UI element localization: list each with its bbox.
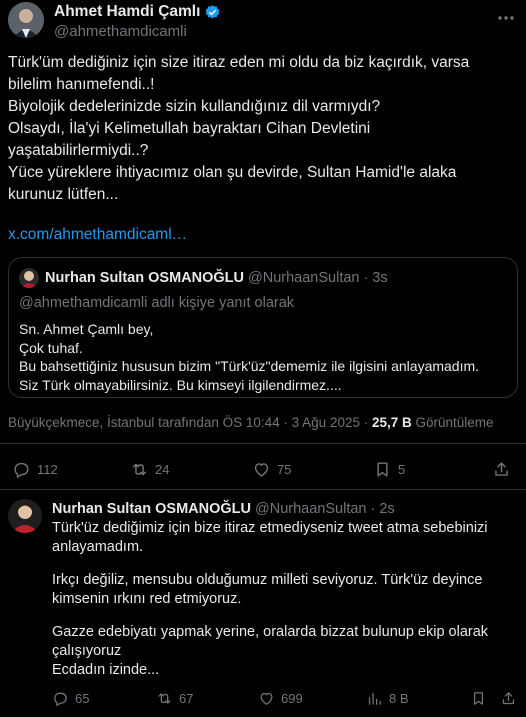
like-button[interactable]: 75 [252,460,291,479]
views-count: 25,7 B [371,415,412,430]
reply-line [52,557,520,571]
heart-icon [258,690,275,707]
retweet-count: 24 [155,462,170,477]
tweet-line: Olsaydı, İla'yi Kelimetullah bayraktarı … [8,120,371,137]
reply-count: 112 [37,462,58,477]
reply-icon [52,690,69,707]
quoted-line: Bu bahsettiğiniz hususun bizim "Türk'üz"… [19,358,480,374]
quoted-time: · 3s [363,270,388,286]
tweet-text: Türk'üm dediğiniz için size itiraz eden … [8,52,520,206]
reply-line: Ecdadın izinde... [52,662,160,678]
divider [0,489,526,490]
bookmark-icon [373,460,392,479]
reply-line [52,609,520,623]
quoted-author-avatar [19,268,39,288]
share-icon [500,690,517,707]
tweet-line: yaşatabilirlermiydi..? [8,142,149,159]
tweet-line: bilelim hanımefendi..! [8,76,155,93]
reply-reply-button[interactable]: 65 [52,690,89,707]
tweet-link[interactable]: x.com/ahmethamdicaml… [8,226,187,244]
author-name-row: Ahmet Hamdi Çamlı [54,3,221,21]
reply-line: çalışıyoruz [52,643,122,659]
retweet-button[interactable]: 24 [130,460,169,479]
quoted-header: Nurhan Sultan OSMANOĞLU @NurhaanSultan ·… [45,270,388,286]
retweet-icon [130,460,149,479]
reply-retweet-button[interactable]: 67 [156,690,193,707]
tweet-location-time[interactable]: Büyükçekmece, İstanbul tarafından ÖS 10:… [8,415,372,430]
like-count: 75 [277,462,292,477]
reply-header: Nurhan Sultan OSMANOĞLU @NurhaanSultan ·… [52,501,395,517]
reply-views-count: 8 B [389,691,409,706]
author-avatar[interactable] [8,2,44,38]
reply-author-handle[interactable]: @NurhaanSultan [255,501,366,517]
reply-line: anlayamadım. [52,539,144,555]
share-icon [492,460,511,479]
quoted-author-handle: @NurhaanSultan [248,270,360,286]
reply-like-button[interactable]: 699 [258,690,303,707]
tweet-line: Biyolojik dedelerinizde sizin kullandığı… [8,98,381,115]
tweet-line: Yüce yüreklere ihtiyacımız olan şu devir… [8,164,457,181]
analytics-icon [366,690,383,707]
reply-button[interactable]: 112 [12,460,58,479]
quoted-line: Sn. Ahmet Çamlı bey, [19,321,154,337]
quoted-text: Sn. Ahmet Çamlı bey, Çok tuhaf. Bu bahse… [19,320,479,394]
reply-text: Türk'üz dediğimiz için bize itiraz etmed… [52,519,520,680]
reply-author-avatar[interactable] [8,499,42,533]
views-label: Görüntüleme [411,415,494,430]
quoted-reply-to: @ahmethamdicamli adlı kişiye yanıt olara… [19,295,295,311]
retweet-icon [156,690,173,707]
heart-icon [252,460,271,479]
reply-bookmark-button[interactable] [470,690,487,707]
author-name[interactable]: Ahmet Hamdi Çamlı [54,3,200,21]
tweet-line: Türk'üm dediğiniz için size itiraz eden … [8,54,470,71]
reply-author-name[interactable]: Nurhan Sultan OSMANOĞLU [52,501,251,517]
quoted-author-name: Nurhan Sultan OSMANOĞLU [45,270,244,286]
quoted-line: Çok tuhaf. [19,339,83,356]
bookmark-button[interactable]: 5 [373,460,405,479]
quoted-tweet[interactable]: Nurhan Sultan OSMANOĞLU @NurhaanSultan ·… [8,257,518,398]
author-handle[interactable]: @ahmethamdicamli [54,23,187,40]
reply-line: Irkçı değiliz, mensubu olduğumuz milleti… [52,572,483,588]
reply-views-button[interactable]: 8 B [366,690,409,707]
bookmark-count: 5 [398,462,406,477]
verified-badge-icon [204,4,221,21]
reply-time[interactable]: · 2s [371,501,395,517]
reply-share-button[interactable] [500,690,517,707]
reply-icon [12,460,31,479]
tweet-meta: Büyükçekmece, İstanbul tarafından ÖS 10:… [8,415,494,430]
reply-like-count: 699 [281,691,303,706]
quoted-line: Siz Türk olmayabilirsiniz. Bu kimseyi il… [19,376,342,393]
reply-retweet-count: 67 [179,691,194,706]
more-options-icon[interactable] [496,8,516,28]
reply-line: kimsenin ırkını red etmiyoruz. [52,591,242,607]
reply-line: Gazze edebiyatı yapmak yerine, oralarda … [52,624,489,640]
bookmark-icon [470,690,487,707]
divider [0,443,526,444]
share-button[interactable] [492,460,511,479]
reply-line: Türk'üz dediğimiz için bize itiraz etmed… [52,520,488,536]
tweet-line: kurunuz lütfen... [8,186,119,203]
reply-reply-count: 65 [75,691,90,706]
